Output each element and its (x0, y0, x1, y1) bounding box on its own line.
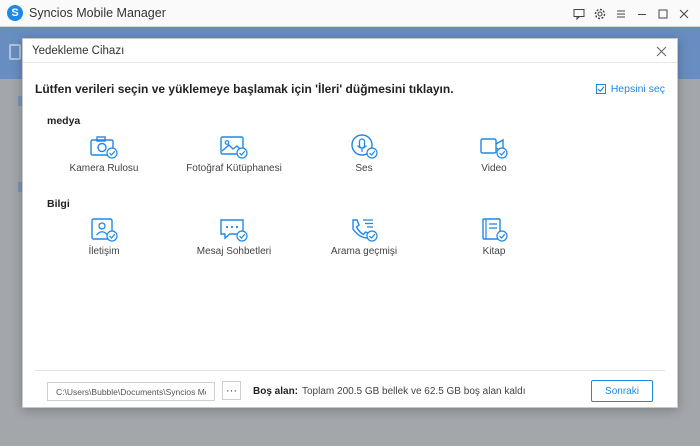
app-title: Syncios Mobile Manager (29, 6, 166, 20)
settings-icon[interactable] (589, 0, 610, 27)
message-icon (219, 217, 249, 243)
free-space-text: Toplam 200.5 GB bellek ve 62.5 GB boş al… (302, 386, 526, 397)
item-camera-roll[interactable]: Kamera Rulosu (44, 134, 164, 174)
device-icon (9, 44, 21, 60)
select-all-toggle[interactable]: Hepsini seç (595, 83, 665, 95)
item-label: Mesaj Sohbetleri (196, 246, 272, 257)
message-icon[interactable] (568, 0, 589, 27)
title-bar: S Syncios Mobile Manager (0, 0, 700, 27)
item-call-history[interactable]: Arama geçmişi (304, 217, 424, 257)
item-label: Ses (355, 163, 373, 174)
microphone-icon (349, 134, 379, 160)
book-icon (479, 217, 509, 243)
select-all-checkbox[interactable] (595, 84, 606, 94)
item-label: İletişim (88, 246, 120, 257)
camera-icon (89, 134, 119, 160)
app-logo: S (7, 5, 23, 21)
photo-icon (219, 134, 249, 160)
item-message-threads[interactable]: Mesaj Sohbetleri (174, 217, 294, 257)
item-label: Fotoğraf Kütüphanesi (186, 163, 282, 174)
item-photo-library[interactable]: Fotoğraf Kütüphanesi (174, 134, 294, 174)
next-button[interactable]: Sonraki (591, 380, 653, 402)
section-label-info: Bilgi (47, 198, 70, 210)
item-contacts[interactable]: İletişim (44, 217, 164, 257)
contacts-icon (89, 217, 119, 243)
item-label: Arama geçmişi (330, 246, 398, 257)
select-all-label: Hepsini seç (610, 83, 665, 95)
close-icon[interactable] (673, 0, 694, 27)
menu-icon[interactable] (610, 0, 631, 27)
instruction-text: Lütfen verileri seçin ve yüklemeye başla… (35, 82, 454, 96)
free-space-label: Boş alan: (253, 386, 299, 397)
dialog-close-icon[interactable] (653, 43, 669, 59)
footer-divider (35, 370, 665, 371)
phone-icon (349, 217, 379, 243)
window-controls (568, 0, 694, 27)
browse-path-button[interactable]: ··· (222, 381, 241, 400)
item-audio[interactable]: Ses (304, 134, 424, 174)
backup-dialog: Yedekleme Cihazı Lütfen verileri seçin v… (22, 38, 678, 408)
section-label-media: medya (47, 115, 81, 127)
item-label: Kitap (482, 246, 506, 257)
minimize-icon[interactable] (631, 0, 652, 27)
dialog-header: Yedekleme Cihazı (23, 39, 677, 63)
item-label: Video (481, 163, 507, 174)
item-book[interactable]: Kitap (434, 217, 554, 257)
video-icon (479, 134, 509, 160)
maximize-icon[interactable] (652, 0, 673, 27)
dialog-title: Yedekleme Cihazı (32, 44, 125, 57)
item-label: Kamera Rulosu (69, 163, 139, 174)
backup-path-input[interactable] (47, 382, 215, 401)
item-video[interactable]: Video (434, 134, 554, 174)
